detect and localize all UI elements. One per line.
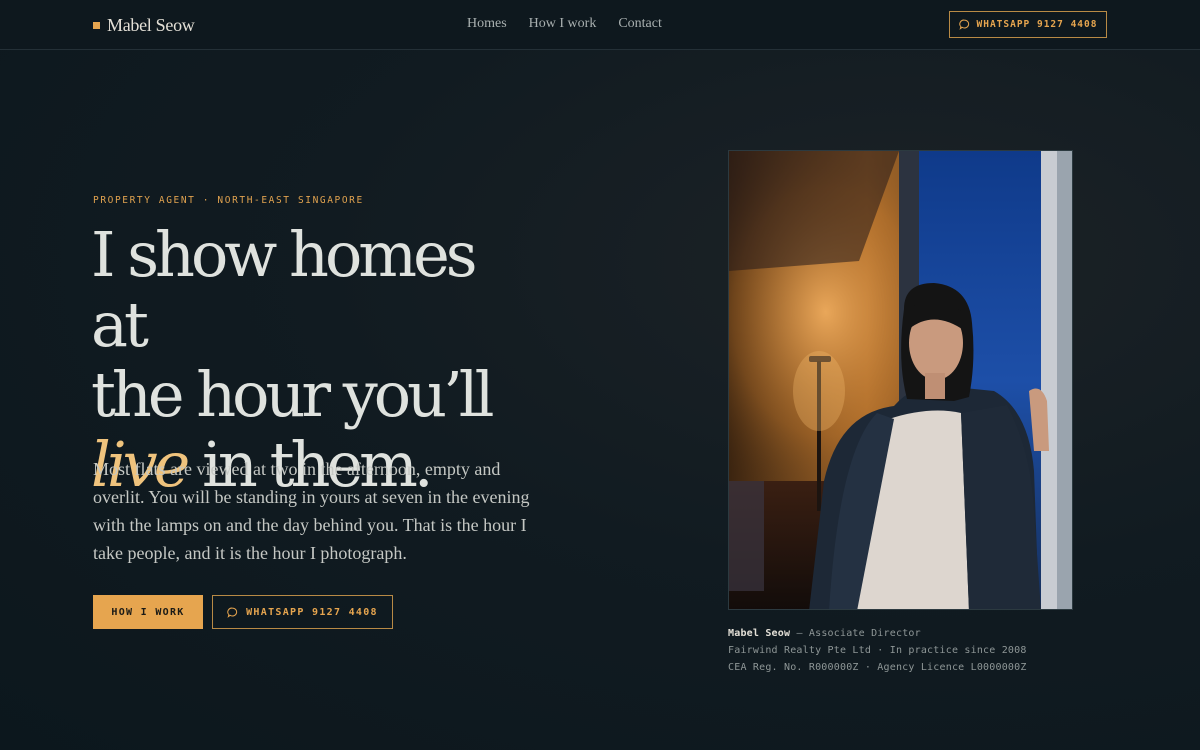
agent-role: — Associate Director xyxy=(790,628,921,639)
whatsapp-nav-button[interactable]: WHATSAPP 9127 4408 xyxy=(949,11,1107,38)
top-nav: Mabel Seow Homes How I work Contact WHAT… xyxy=(0,0,1200,50)
chat-bubble-icon xyxy=(958,19,969,30)
whatsapp-nav-label: WHATSAPP 9127 4408 xyxy=(976,19,1098,30)
nav-links: Homes How I work Contact xyxy=(467,16,662,32)
how-i-work-label: HOW I WORK xyxy=(111,606,185,618)
nav-link-contact[interactable]: Contact xyxy=(618,16,662,32)
agent-name: Mabel Seow xyxy=(728,628,791,639)
headline-line-2: the hour you’ll xyxy=(91,358,494,431)
headline-line-1: I show homes at xyxy=(91,218,478,361)
credential-line-3: CEA Reg. No. R000000Z · Agency Licence L… xyxy=(728,662,1027,673)
how-i-work-button[interactable]: HOW I WORK xyxy=(93,595,203,629)
brand-logo[interactable]: Mabel Seow xyxy=(93,15,195,36)
portrait-illustration xyxy=(729,151,1072,609)
agent-portrait-photo xyxy=(728,150,1073,610)
whatsapp-label: WHATSAPP 9127 4408 xyxy=(246,606,378,618)
credential-line-1: Mabel Seow — Associate Director xyxy=(728,625,1128,642)
nav-link-homes[interactable]: Homes xyxy=(467,16,507,32)
credential-line-2: Fairwind Realty Pte Ltd · In practice si… xyxy=(728,645,1027,656)
chat-bubble-icon xyxy=(227,607,238,618)
hero-lede: Most flats are viewed at two in the afte… xyxy=(93,459,530,563)
square-mark-icon xyxy=(93,22,100,29)
hero-eyebrow: PROPERTY AGENT · NORTH-EAST SINGAPORE xyxy=(93,195,364,206)
whatsapp-button[interactable]: WHATSAPP 9127 4408 xyxy=(212,595,393,629)
agent-credentials: Mabel Seow — Associate Director Fairwind… xyxy=(728,625,1128,676)
brand-name: Mabel Seow xyxy=(107,15,195,35)
nav-link-how-i-work[interactable]: How I work xyxy=(529,16,597,32)
